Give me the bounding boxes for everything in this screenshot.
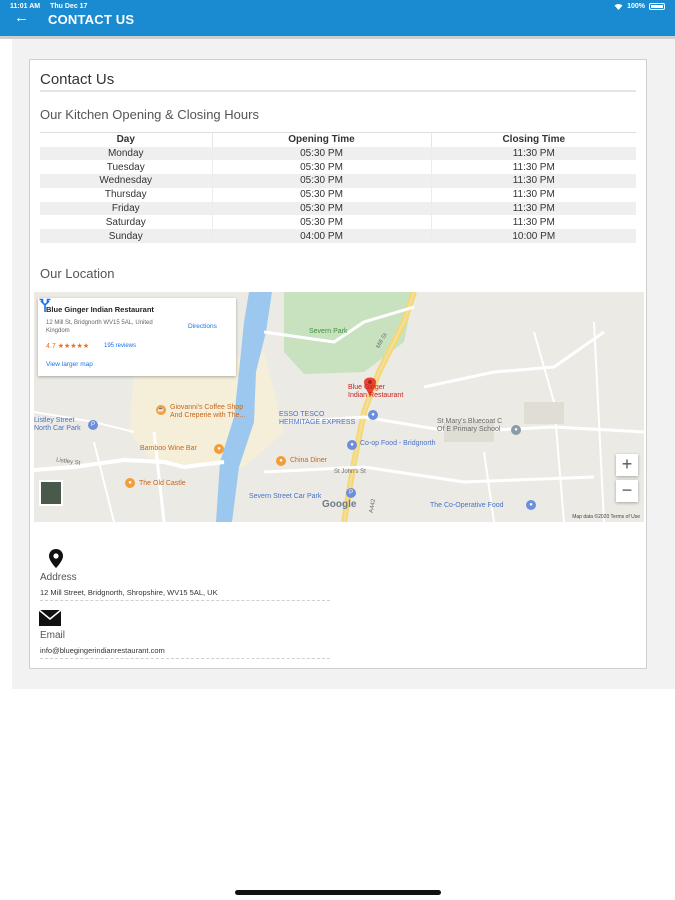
status-bar-right: 100% [614, 3, 665, 10]
map-label-severn-park: Severn Park [309, 328, 348, 335]
rating-stars-icon: ★★★★★ [57, 343, 90, 350]
zoom-out-button[interactable]: − [616, 480, 638, 502]
wifi-icon [614, 3, 623, 10]
table-row: Monday 05:30 PM 11:30 PM [40, 146, 636, 161]
parking-icon: P [346, 488, 356, 498]
school-icon: ● [511, 425, 521, 435]
satellite-view-toggle[interactable] [39, 480, 63, 506]
location-pin-icon [49, 549, 63, 568]
restaurant-icon: ● [276, 456, 286, 466]
page-title: Contact Us [40, 71, 115, 88]
cell-closing: 11:30 PM [430, 174, 636, 188]
back-arrow-icon[interactable]: ← [14, 10, 29, 25]
map-label-coop-food: The Co-Operative Food [430, 502, 504, 509]
address-divider [40, 600, 330, 601]
reviews-link[interactable]: 195 reviews [104, 343, 136, 349]
map-label-listley-car-park: Listley Street North Car Park [34, 417, 81, 432]
map-info-card: Blue Ginger Indian Restaurant 12 Mill St… [38, 298, 236, 376]
col-header-closing: Closing Time [430, 132, 636, 147]
cell-opening: 04:00 PM [211, 229, 431, 244]
cell-opening: 05:30 PM [211, 187, 431, 202]
page-header-title: CONTACT US [48, 12, 135, 27]
parking-icon: P [88, 420, 98, 430]
map-label-old-castle: The Old Castle [139, 480, 186, 487]
map-label-st-johns: St John's St [334, 469, 366, 475]
map-label-china-diner: China Diner [290, 457, 327, 464]
table-row: Friday 05:30 PM 11:30 PM [40, 201, 636, 216]
cell-closing: 11:30 PM [430, 146, 636, 161]
battery-icon [649, 3, 665, 10]
table-row: Tuesday 05:30 PM 11:30 PM [40, 160, 636, 175]
address-label: Address [40, 572, 77, 583]
email-value[interactable]: info@bluegingerindianrestaurant.com [40, 646, 165, 655]
home-indicator[interactable] [235, 890, 441, 895]
envelope-icon [39, 610, 61, 626]
status-date: Thu Dec 17 [50, 3, 88, 10]
directions-link[interactable]: Directions [188, 323, 217, 330]
zoom-in-button[interactable]: + [616, 454, 638, 476]
cell-opening: 05:30 PM [211, 201, 431, 216]
hours-table: Day Opening Time Closing Time Monday 05:3… [40, 132, 636, 244]
address-value: 12 Mill Street, Bridgnorth, Shropshire, … [40, 588, 218, 597]
col-header-day: Day [40, 132, 212, 147]
map-label-st-marys: St Mary's Bluecoat C Of E Primary School [437, 418, 503, 433]
google-logo: Google [322, 499, 357, 510]
bar-icon: ● [214, 444, 224, 454]
location-heading: Our Location [40, 266, 115, 281]
cell-opening: 05:30 PM [211, 146, 431, 161]
place-rating: 4.7 ★★★★★ [46, 343, 90, 350]
map-label-bamboo: Bamboo Wine Bar [140, 445, 197, 452]
cell-day: Saturday [105, 216, 146, 228]
cell-opening: 05:30 PM [211, 215, 431, 230]
directions-icon[interactable] [38, 298, 52, 312]
map-attribution[interactable]: Map data ©2020 Terms of Use [572, 514, 640, 520]
table-row: Sunday 04:00 PM 10:00 PM [40, 229, 636, 244]
cell-day: Monday [40, 146, 212, 161]
battery-percent: 100% [627, 3, 645, 10]
table-header-row: Day Opening Time Closing Time [40, 132, 636, 147]
cell-day: Wednesday [40, 174, 212, 188]
cell-closing: 11:30 PM [430, 187, 636, 202]
table-row: Thursday 05:30 PM 11:30 PM [40, 187, 636, 202]
shopping-cart-icon: ● [526, 500, 536, 510]
cell-closing: 11:30 PM [430, 201, 636, 216]
cell-closing: 11:30 PM [430, 160, 636, 175]
email-label: Email [40, 630, 66, 641]
cell-day: Tuesday [106, 161, 145, 173]
email-divider [40, 658, 330, 659]
map-label-coop: Co-op Food - Bridgnorth [360, 440, 436, 447]
map-label-severn-car-park: Severn Street Car Park [249, 493, 322, 500]
col-header-opening: Opening Time [211, 132, 431, 147]
fuel-icon: ● [368, 410, 378, 420]
contact-card: Contact Us Our Kitchen Opening & Closing… [29, 59, 647, 669]
cell-closing: 10:00 PM [430, 229, 636, 244]
cafe-icon: ☕ [156, 405, 166, 415]
cell-closing: 11:30 PM [430, 215, 636, 230]
cell-day: Thursday [104, 189, 147, 201]
view-larger-map-link[interactable]: View larger map [46, 361, 93, 368]
shopping-cart-icon: ● [347, 440, 357, 450]
place-address: 12 Mill St, Bridgnorth WV15 5AL, United … [46, 320, 153, 334]
cell-day: Friday [40, 201, 212, 216]
map-label-giovannis: Giovanni's Coffee Shop And Creperie with … [170, 404, 246, 419]
cell-opening: 05:30 PM [211, 160, 431, 175]
title-divider [40, 90, 636, 92]
table-row: Saturday 05:30 PM 11:30 PM [40, 215, 636, 230]
hours-heading: Our Kitchen Opening & Closing Hours [40, 107, 259, 122]
place-name: Blue Ginger Indian Restaurant [46, 305, 154, 314]
location-map[interactable]: Severn Park Mill St Blue Ginger Indian Re… [34, 292, 644, 522]
cell-opening: 05:30 PM [211, 174, 431, 188]
cell-day: Sunday [40, 229, 212, 244]
pub-icon: ● [125, 478, 135, 488]
table-row: Wednesday 05:30 PM 11:30 PM [40, 174, 636, 188]
app-header: 11:01 AM Thu Dec 17 100% ← CONTACT US [0, 0, 675, 36]
map-label-blue-ginger: Blue Ginger Indian Restaurant [348, 384, 404, 399]
map-label-esso: ESSO TESCO HERMITAGE EXPRESS [279, 411, 356, 426]
